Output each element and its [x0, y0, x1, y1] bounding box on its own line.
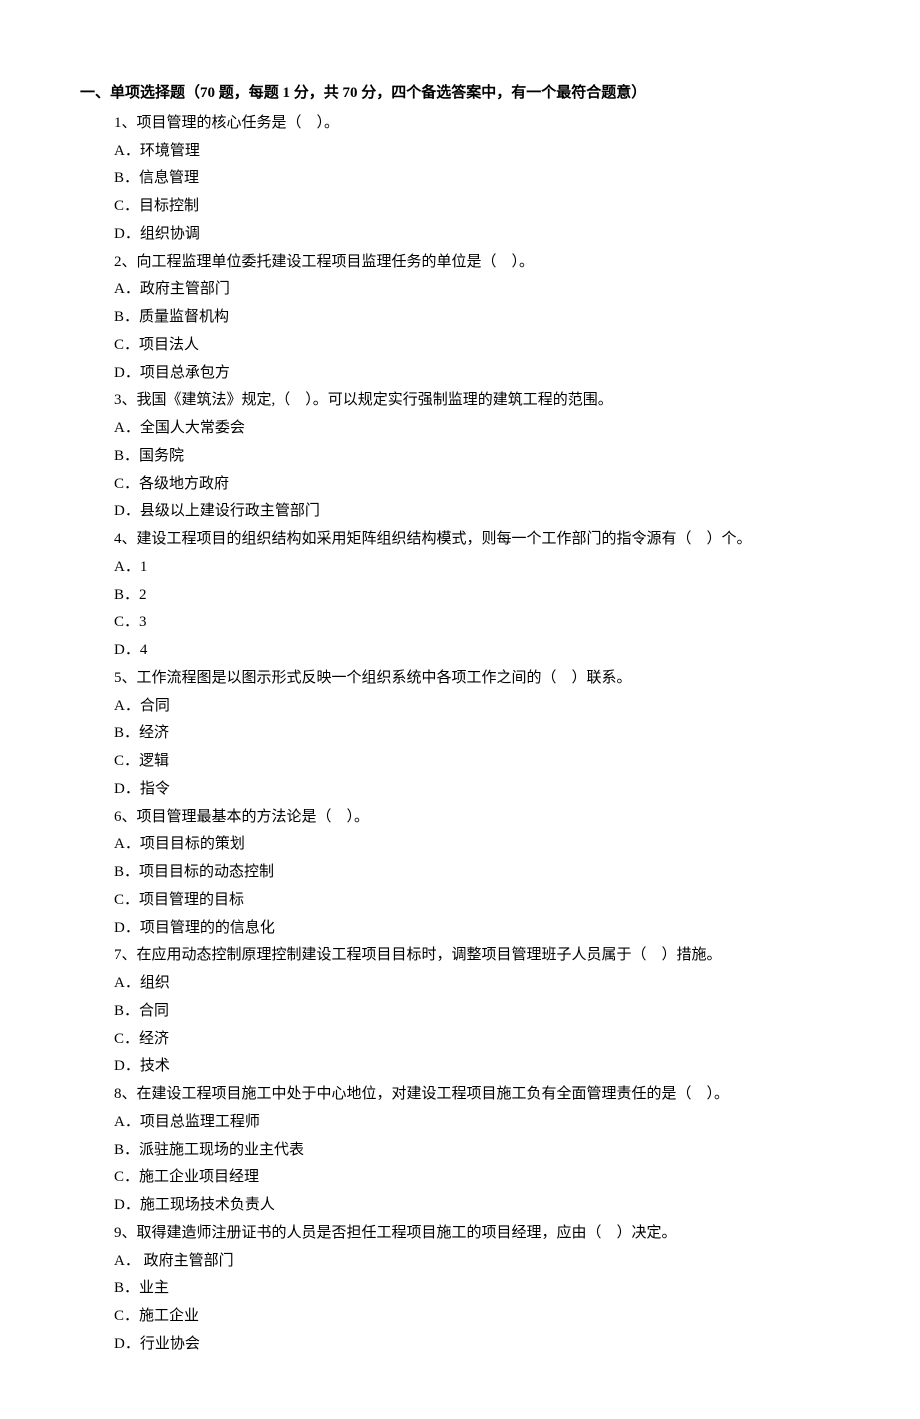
question-stem: 8、在建设工程项目施工中处于中心地位，对建设工程项目施工负有全面管理责任的是（ …: [114, 1081, 840, 1109]
question-option: A． 政府主管部门: [114, 1248, 840, 1276]
question-option: A．全国人大常委会: [114, 415, 840, 443]
question-option: A．环境管理: [114, 138, 840, 166]
question-stem: 1、项目管理的核心任务是（ ）。: [114, 110, 840, 138]
question-stem: 2、向工程监理单位委托建设工程项目监理任务的单位是（ ）。: [114, 249, 840, 277]
question-option: B．质量监督机构: [114, 304, 840, 332]
question-option: A．1: [114, 554, 840, 582]
question-option: D．项目总承包方: [114, 360, 840, 388]
question-option: C．项目管理的目标: [114, 887, 840, 915]
question-option: B．国务院: [114, 443, 840, 471]
question-option: D．项目管理的的信息化: [114, 915, 840, 943]
question-option: D．指令: [114, 776, 840, 804]
section-heading: 一、单项选择题（70 题，每题 1 分，共 70 分，四个备选答案中，有一个最符…: [80, 80, 840, 108]
question-option: A．政府主管部门: [114, 276, 840, 304]
question-option: A．项目总监理工程师: [114, 1109, 840, 1137]
question-stem: 4、建设工程项目的组织结构如采用矩阵组织结构模式，则每一个工作部门的指令源有（ …: [114, 526, 840, 554]
question-option: C．目标控制: [114, 193, 840, 221]
question-option: C．逻辑: [114, 748, 840, 776]
question-option: D．技术: [114, 1053, 840, 1081]
question-option: B．2: [114, 582, 840, 610]
question-option: C．项目法人: [114, 332, 840, 360]
question-option: B．经济: [114, 720, 840, 748]
question-option: D．4: [114, 637, 840, 665]
question-option: B．合同: [114, 998, 840, 1026]
questions-container: 1、项目管理的核心任务是（ ）。 A．环境管理 B．信息管理 C．目标控制 D．…: [80, 110, 840, 1359]
question-option: B．项目目标的动态控制: [114, 859, 840, 887]
question-stem: 6、项目管理最基本的方法论是（ ）。: [114, 804, 840, 832]
question-option: B．信息管理: [114, 165, 840, 193]
question-stem: 9、取得建造师注册证书的人员是否担任工程项目施工的项目经理，应由（ ）决定。: [114, 1220, 840, 1248]
question-stem: 3、我国《建筑法》规定,（ ）。可以规定实行强制监理的建筑工程的范围。: [114, 387, 840, 415]
question-option: C．施工企业: [114, 1303, 840, 1331]
question-option: B．派驻施工现场的业主代表: [114, 1137, 840, 1165]
question-option: A．组织: [114, 970, 840, 998]
question-option: D．施工现场技术负责人: [114, 1192, 840, 1220]
question-option: A．合同: [114, 693, 840, 721]
question-option: C．施工企业项目经理: [114, 1164, 840, 1192]
question-option: D．县级以上建设行政主管部门: [114, 498, 840, 526]
question-option: C．各级地方政府: [114, 471, 840, 499]
question-stem: 5、工作流程图是以图示形式反映一个组织系统中各项工作之间的（ ）联系。: [114, 665, 840, 693]
question-option: C．3: [114, 609, 840, 637]
question-option: A．项目目标的策划: [114, 831, 840, 859]
question-stem: 7、在应用动态控制原理控制建设工程项目目标时，调整项目管理班子人员属于（ ）措施…: [114, 942, 840, 970]
question-option: D．组织协调: [114, 221, 840, 249]
question-option: D．行业协会: [114, 1331, 840, 1359]
question-option: B．业主: [114, 1275, 840, 1303]
question-option: C．经济: [114, 1026, 840, 1054]
